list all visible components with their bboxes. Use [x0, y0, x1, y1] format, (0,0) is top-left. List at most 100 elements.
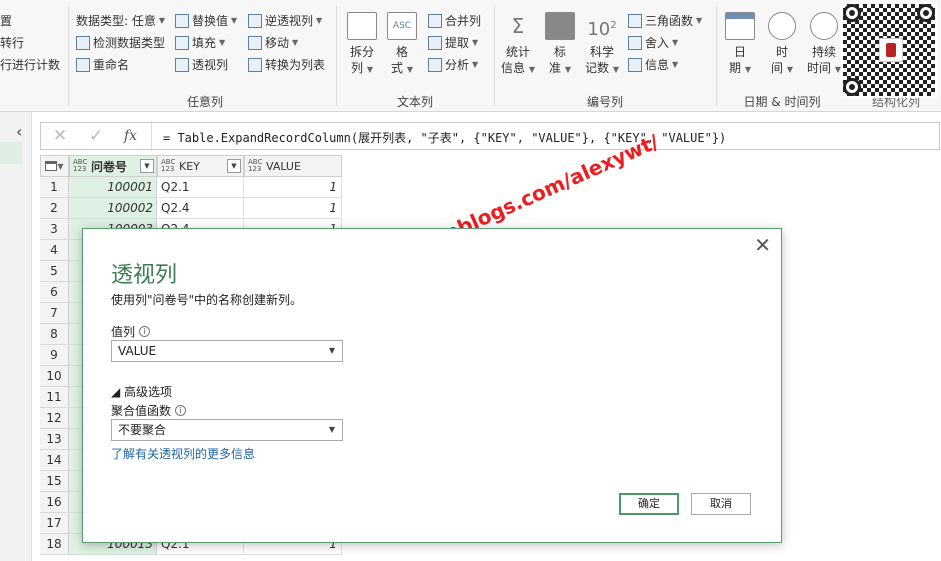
detect-type-icon	[76, 35, 90, 50]
rename-icon	[76, 57, 90, 72]
group-separator	[336, 6, 337, 106]
row-number[interactable]: 10	[40, 366, 69, 387]
standard-button[interactable]: 标 准 ▼	[542, 12, 578, 78]
pivot-icon	[175, 57, 189, 72]
chevron-down-icon: ▼	[528, 65, 535, 74]
qr-finder-icon	[843, 78, 861, 96]
row-number[interactable]: 11	[40, 387, 69, 408]
convert-to-list-label: 转换为列表	[265, 58, 326, 72]
parse-button[interactable]: 分析 ▼	[428, 56, 478, 73]
cell-key[interactable]: Q2.4	[157, 198, 244, 219]
unpivot-columns-button[interactable]: 逆透视列 ▼	[248, 12, 322, 29]
row-number[interactable]: 16	[40, 492, 69, 513]
value-column-select[interactable]: VALUE ▼	[111, 340, 343, 362]
ok-button[interactable]: 确定	[619, 493, 679, 515]
list-icon	[248, 57, 262, 72]
number-info-button[interactable]: 信息 ▼	[628, 56, 678, 73]
move-button[interactable]: 移动 ▼	[248, 34, 298, 51]
fx-icon[interactable]: fx	[124, 128, 137, 144]
data-type-button[interactable]: 数据类型: 任意 ▼	[76, 12, 165, 29]
detect-data-type-button[interactable]: 检测数据类型	[76, 34, 165, 51]
group-separator	[68, 6, 69, 106]
standard-label: 标	[553, 45, 566, 59]
rounding-button[interactable]: 舍入 ▼	[628, 34, 678, 51]
chevron-left-icon[interactable]: ‹	[16, 122, 22, 141]
row-number[interactable]: 5	[40, 261, 69, 282]
scientific-button[interactable]: 102 科学 记数 ▼	[582, 12, 622, 78]
time-button[interactable]: 时 间 ▼	[764, 12, 800, 78]
merge-columns-button[interactable]: 合并列	[428, 12, 481, 29]
extract-button[interactable]: 提取 ▼	[428, 34, 478, 51]
close-icon[interactable]: ✕	[754, 233, 771, 257]
column-header-questionnaire[interactable]: ABC 123 问卷号 ▼	[69, 155, 157, 177]
aggregate-function-select[interactable]: 不要聚合 ▼	[111, 419, 343, 441]
row-number[interactable]: 6	[40, 282, 69, 303]
row-number[interactable]: 14	[40, 450, 69, 471]
group-label-any-column: 任意列	[186, 95, 223, 109]
duration-button[interactable]: 持续 时间 ▼	[804, 12, 844, 78]
qr-finder-icon	[917, 4, 935, 22]
row-number[interactable]: 13	[40, 429, 69, 450]
ribbon-left-item-3[interactable]: 行进行计数	[0, 56, 60, 73]
column-header-key[interactable]: ABC 123 KEY ▼	[157, 155, 244, 177]
stopwatch-icon	[810, 12, 838, 40]
queries-pane-collapsed: ‹	[0, 112, 32, 561]
cell-value[interactable]: 1	[244, 177, 342, 198]
group-label-text-column: 文本列	[396, 95, 433, 109]
chevron-down-icon: ▼	[231, 16, 238, 25]
learn-more-link[interactable]: 了解有关透视列的更多信息	[111, 445, 255, 462]
row-number[interactable]: 9	[40, 345, 69, 366]
row-number[interactable]: 4	[40, 240, 69, 261]
ribbon-left-item-2[interactable]: 转行	[0, 34, 24, 51]
rename-button[interactable]: 重命名	[76, 56, 129, 73]
row-number[interactable]: 8	[40, 324, 69, 345]
filter-dropdown-icon[interactable]: ▼	[140, 159, 154, 173]
cell-questionnaire-id[interactable]: 100002	[69, 198, 157, 219]
cell-questionnaire-id[interactable]: 100001	[69, 177, 157, 198]
statistics-button[interactable]: Σ 统计 信息 ▼	[500, 12, 536, 78]
table-row[interactable]: 1 100001 Q2.1 1	[40, 177, 342, 198]
info-icon[interactable]: i	[139, 326, 151, 337]
selected-query-indicator	[0, 142, 22, 164]
row-number[interactable]: 18	[40, 534, 69, 555]
pivot-column-button[interactable]: 透视列	[175, 56, 228, 73]
date-button[interactable]: 日 期 ▼	[722, 12, 758, 78]
ribbon-left-label: 行进行计数	[0, 58, 61, 72]
row-number[interactable]: 17	[40, 513, 69, 534]
row-number[interactable]: 12	[40, 408, 69, 429]
row-number[interactable]: 2	[40, 198, 69, 219]
cancel-formula-icon[interactable]: ✕	[53, 126, 67, 146]
cancel-button[interactable]: 取消	[691, 493, 751, 515]
cell-key[interactable]: Q2.1	[157, 177, 244, 198]
column-header-value[interactable]: ABC 123 VALUE	[244, 155, 342, 177]
chevron-down-icon: ▼	[472, 60, 479, 69]
replace-values-button[interactable]: 替换值 ▼	[175, 12, 237, 29]
group-label-datetime-column: 日期 & 时间列	[743, 95, 821, 109]
row-number[interactable]: 15	[40, 471, 69, 492]
fill-button[interactable]: 填充 ▼	[175, 34, 225, 51]
parse-icon	[428, 57, 442, 72]
split-column-button[interactable]: 拆分 列 ▼	[344, 12, 380, 78]
table-row[interactable]: 2 100002 Q2.4 1	[40, 198, 342, 219]
convert-to-list-button[interactable]: 转换为列表	[248, 56, 325, 73]
scientific-icon: 102	[587, 19, 617, 40]
chevron-down-icon: ▼	[406, 65, 413, 74]
table-icon	[45, 161, 58, 171]
row-number[interactable]: 7	[40, 303, 69, 324]
scientific-icon-text: 10	[587, 19, 611, 40]
table-menu-button[interactable]: ▼	[40, 155, 69, 177]
format-button[interactable]: ASC 格 式 ▼	[384, 12, 420, 78]
column-header-label: 问卷号	[91, 159, 128, 174]
merge-columns-label: 合并列	[445, 14, 482, 28]
type-abc123-icon: ABC 123	[73, 158, 88, 173]
confirm-formula-icon[interactable]: ✓	[89, 126, 103, 146]
advanced-options-toggle[interactable]: ◢ 高级选项	[111, 383, 172, 400]
cell-value[interactable]: 1	[244, 198, 342, 219]
info-icon[interactable]: i	[175, 405, 187, 416]
row-number[interactable]: 3	[40, 219, 69, 240]
filter-dropdown-icon[interactable]: ▼	[227, 159, 241, 173]
ribbon-left-item-1[interactable]: 置	[0, 12, 12, 29]
trigonometry-button[interactable]: 三角函数 ▼	[628, 12, 702, 29]
row-number[interactable]: 1	[40, 177, 69, 198]
statistics-label: 统计	[505, 45, 530, 59]
